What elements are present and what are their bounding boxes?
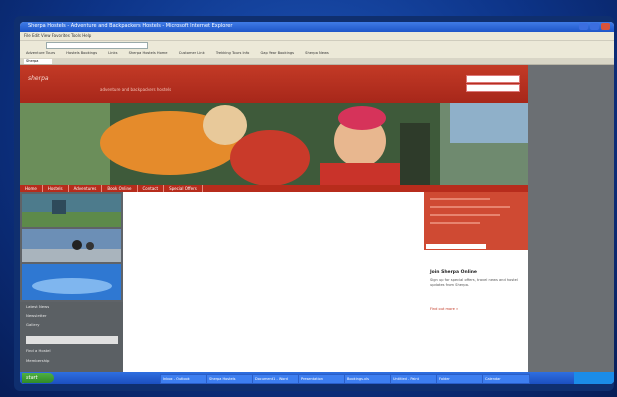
left-menu-item[interactable]: Gallery bbox=[20, 320, 123, 329]
left-menu-item[interactable]: Find a Hostel bbox=[20, 346, 57, 355]
link-item[interactable]: Customer Link bbox=[179, 51, 205, 55]
screen: Sherpa Hostels - Adventure and Backpacke… bbox=[20, 22, 614, 384]
nav-item[interactable]: Special Offers bbox=[164, 185, 203, 192]
taskbar-item[interactable]: Presentation bbox=[298, 374, 346, 384]
link-item[interactable]: Sherpa Hostels Home bbox=[129, 51, 168, 55]
right-sidebar: Join Sherpa Online Sign up for special o… bbox=[424, 192, 528, 372]
main-nav: Home Hostels Adventures Book Online Contact S… bbox=[20, 185, 528, 192]
nav-item[interactable]: Book Online bbox=[102, 185, 138, 192]
booking-line bbox=[430, 222, 480, 224]
left-menu: Latest News Newsletter Gallery Find a Ho… bbox=[20, 302, 123, 372]
taskbar-item[interactable]: Inbox - Outlook bbox=[160, 374, 208, 384]
taskbar: start Inbox - Outlook Sherpa Hostels Doc… bbox=[20, 372, 614, 384]
background: Sherpa Hostels - Adventure and Backpacke… bbox=[0, 0, 617, 397]
site-logo[interactable]: sherpa bbox=[28, 75, 49, 82]
close-icon[interactable] bbox=[601, 23, 610, 30]
thumbnail-lake[interactable] bbox=[22, 194, 121, 227]
main-content bbox=[124, 192, 424, 372]
left-menu-item[interactable]: Membership bbox=[20, 356, 55, 365]
hero-photo bbox=[20, 103, 528, 185]
address-input[interactable] bbox=[46, 42, 148, 49]
taskbar-item[interactable]: Calendar bbox=[482, 374, 530, 384]
booking-input[interactable] bbox=[426, 244, 486, 249]
login-input[interactable] bbox=[466, 84, 520, 92]
links-bar: Adventure Tours Hostels Bookings Links S… bbox=[20, 49, 614, 58]
web-page: sherpa adventure and backpackers hostels bbox=[20, 65, 528, 372]
promo-link[interactable]: Find out more » bbox=[430, 307, 458, 311]
tab-sherpa[interactable]: Sherpa bbox=[24, 59, 52, 64]
booking-line bbox=[430, 214, 500, 216]
maximize-icon[interactable] bbox=[590, 23, 599, 30]
booking-line bbox=[430, 198, 490, 200]
left-sidebar: Latest News Newsletter Gallery Find a Ho… bbox=[20, 192, 123, 372]
link-item[interactable]: Links bbox=[108, 51, 117, 55]
taskbar-item[interactable]: Document1 - Word bbox=[252, 374, 300, 384]
left-menu-item[interactable]: Newsletter bbox=[20, 311, 123, 320]
thumbnail-sky[interactable] bbox=[22, 264, 121, 300]
empty-page-area bbox=[528, 65, 614, 372]
nav-item[interactable]: Contact bbox=[138, 185, 165, 192]
toolbar bbox=[20, 40, 614, 49]
taskbar-item[interactable]: Untitled - Paint bbox=[390, 374, 438, 384]
left-menu-item[interactable]: Latest News bbox=[20, 302, 123, 311]
nav-item[interactable]: Home bbox=[20, 185, 43, 192]
link-item[interactable]: Gap Year Bookings bbox=[260, 51, 294, 55]
nav-item[interactable]: Hostels bbox=[43, 185, 69, 192]
promo-title: Join Sherpa Online bbox=[430, 270, 477, 275]
link-item[interactable]: Trekking Tours Info bbox=[216, 51, 250, 55]
booking-line bbox=[430, 206, 510, 208]
minimize-icon[interactable] bbox=[579, 23, 588, 30]
hero-image bbox=[20, 103, 528, 185]
tab-bar: Sherpa bbox=[20, 58, 614, 65]
start-button[interactable]: start bbox=[22, 373, 54, 383]
newsletter-input[interactable] bbox=[26, 336, 118, 344]
link-item[interactable]: Hostels Bookings bbox=[66, 51, 97, 55]
menu-bar[interactable]: File Edit View Favorites Tools Help bbox=[20, 32, 614, 40]
promo-text: Sign up for special offers, travel news … bbox=[430, 278, 518, 287]
link-item[interactable]: Sherpa News bbox=[305, 51, 329, 55]
nav-item[interactable]: Adventures bbox=[69, 185, 103, 192]
window-title: Sherpa Hostels - Adventure and Backpacke… bbox=[28, 23, 233, 29]
window-titlebar[interactable]: Sherpa Hostels - Adventure and Backpacke… bbox=[20, 22, 614, 32]
site-header: sherpa adventure and backpackers hostels bbox=[20, 65, 528, 103]
search-input[interactable] bbox=[466, 75, 520, 83]
system-tray[interactable] bbox=[574, 372, 614, 384]
booking-box bbox=[424, 192, 528, 250]
link-item[interactable]: Adventure Tours bbox=[26, 51, 55, 55]
taskbar-item[interactable]: Folder bbox=[436, 374, 484, 384]
thumbnail-hikers[interactable] bbox=[22, 229, 121, 262]
site-tagline: adventure and backpackers hostels bbox=[100, 87, 172, 92]
taskbar-item[interactable]: Bookings.xls bbox=[344, 374, 392, 384]
taskbar-item[interactable]: Sherpa Hostels bbox=[206, 374, 254, 384]
